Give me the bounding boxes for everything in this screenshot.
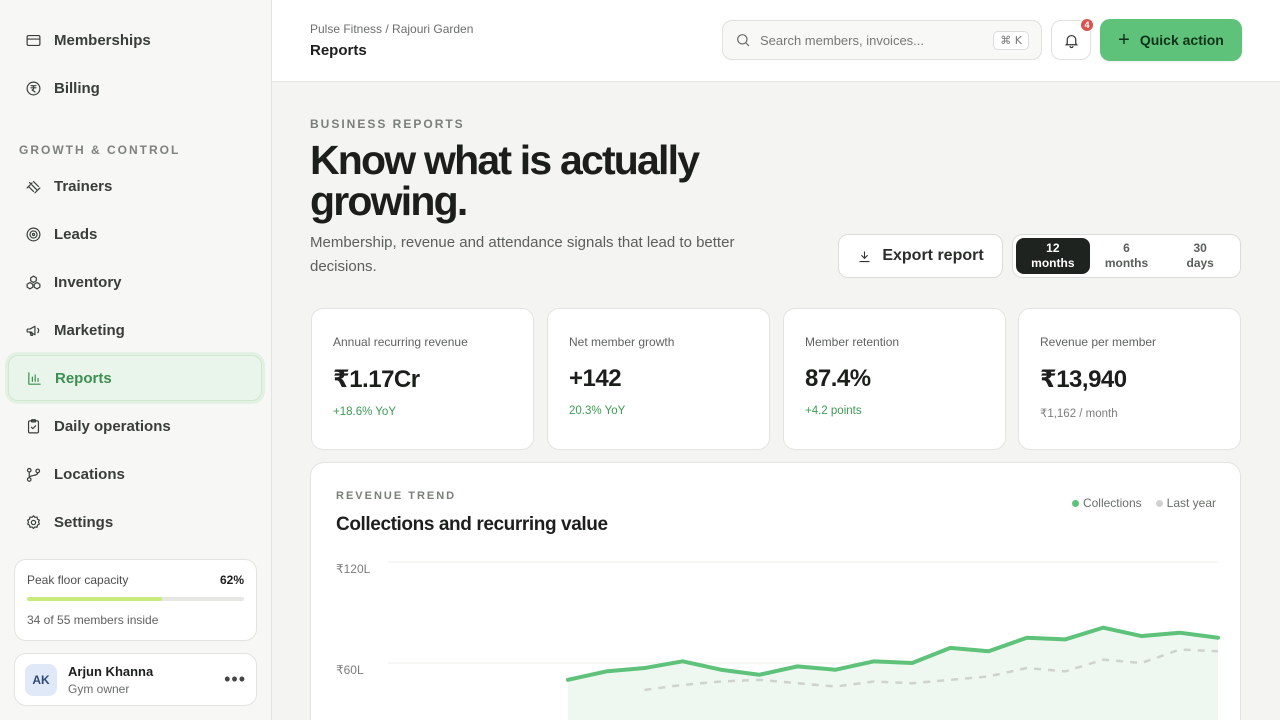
sidebar-item-locations[interactable]: Locations xyxy=(8,451,262,497)
sidebar-item-daily-operations[interactable]: Daily operations xyxy=(8,403,262,449)
stat-delta: 20.3% YoY xyxy=(569,405,626,417)
dumbbell-icon xyxy=(24,177,42,195)
notifications-button[interactable]: 4 xyxy=(1051,18,1094,60)
more-options-icon[interactable]: ••• xyxy=(224,669,246,690)
bar-chart-icon xyxy=(25,369,43,387)
breadcrumb: Pulse Fitness / Rajouri Garden xyxy=(310,22,474,36)
user-card[interactable]: AK Arjun Khanna Gym owner ••• xyxy=(14,653,257,706)
sidebar-item-memberships[interactable]: Memberships xyxy=(8,17,262,63)
range-unit: months xyxy=(1104,256,1149,270)
stat-label: Annual recurring revenue xyxy=(333,335,468,349)
stat-delta: +18.6% YoY xyxy=(333,406,396,418)
sidebar-section-label: GROWTH & CONTROL xyxy=(19,143,181,157)
sidebar-item-label: Reports xyxy=(55,369,112,387)
plus-icon: + xyxy=(1118,29,1130,51)
shortcut-hint: ⌘ K xyxy=(993,30,1029,50)
stat-delta: +4.2 points xyxy=(805,405,862,417)
search-box[interactable]: ⌘ K xyxy=(722,20,1042,60)
sidebar-item-billing[interactable]: Billing xyxy=(8,65,262,111)
stat-value: ₹13,940 xyxy=(1040,366,1127,393)
range-value: 6 xyxy=(1123,241,1130,255)
card-icon xyxy=(24,31,42,49)
range-unit: days xyxy=(1186,256,1214,270)
export-label: Export report xyxy=(882,247,984,264)
user-role: Gym owner xyxy=(68,681,130,696)
sidebar-item-reports[interactable]: Reports xyxy=(8,355,262,401)
range-selector: 12 months 6 months 30 days xyxy=(1012,234,1241,278)
gear-icon xyxy=(24,513,42,531)
range-value: 12 xyxy=(1046,241,1060,255)
range-6-months[interactable]: 6 months xyxy=(1090,238,1164,274)
stat-value: 87.4% xyxy=(805,365,871,392)
stat-value: ₹1.17Cr xyxy=(333,366,420,393)
sidebar-item-marketing[interactable]: Marketing xyxy=(8,307,262,353)
user-name: Arjun Khanna xyxy=(68,663,154,679)
page-title: Reports xyxy=(310,42,367,59)
stat-card-arr: Annual recurring revenue ₹1.17Cr +18.6% … xyxy=(311,308,534,450)
y-tick-label: ₹120L xyxy=(336,562,371,576)
range-30-days[interactable]: 30 days xyxy=(1163,238,1237,274)
quick-action-button[interactable]: + Quick action xyxy=(1100,19,1242,61)
stat-delta: ₹1,162 / month xyxy=(1040,408,1118,420)
sidebar-item-label: Billing xyxy=(54,79,100,97)
export-report-button[interactable]: Export report xyxy=(838,234,1003,278)
capacity-label: Peak floor capacity xyxy=(27,573,129,587)
download-icon xyxy=(859,251,870,262)
search-input[interactable] xyxy=(760,32,994,48)
hero-subtitle: Membership, revenue and attendance signa… xyxy=(310,234,735,275)
stat-label: Revenue per member xyxy=(1040,335,1157,349)
stat-label: Member retention xyxy=(805,335,900,349)
stat-card-net-growth: Net member growth +142 20.3% YoY xyxy=(547,308,770,450)
sidebar-item-inventory[interactable]: Inventory xyxy=(8,259,262,305)
sidebar-item-label: Locations xyxy=(54,465,125,483)
bell-icon xyxy=(1064,34,1078,48)
avatar: AK xyxy=(25,663,57,696)
sidebar-item-label: Settings xyxy=(54,513,114,531)
y-tick-label: ₹60L xyxy=(336,663,364,677)
capacity-widget: Peak floor capacity 62% 34 of 55 members… xyxy=(14,559,257,641)
sidebar-item-leads[interactable]: Leads xyxy=(8,211,262,257)
sidebar-item-label: Trainers xyxy=(54,177,113,195)
revenue-trend-card: REVENUE TREND Collections and recurring … xyxy=(310,462,1241,720)
branch-icon xyxy=(24,465,42,483)
capacity-bar-fill xyxy=(27,597,162,601)
megaphone-icon xyxy=(24,321,42,339)
revenue-chart: ₹120L ₹60L xyxy=(336,561,1220,720)
sidebar: Memberships Billing GROWTH & CONTROL Tra… xyxy=(0,0,272,720)
sidebar-item-label: Memberships xyxy=(54,31,151,49)
stat-card-retention: Member retention 87.4% +4.2 points xyxy=(783,308,1006,450)
search-icon xyxy=(737,34,750,47)
capacity-percent: 62% xyxy=(219,573,244,587)
capacity-bar xyxy=(27,597,244,601)
sidebar-item-label: Marketing xyxy=(54,321,125,339)
sidebar-item-trainers[interactable]: Trainers xyxy=(8,163,262,209)
quick-action-label: Quick action xyxy=(1139,32,1224,48)
target-icon xyxy=(24,225,42,243)
capacity-sub: 34 of 55 members inside xyxy=(27,613,159,627)
range-12-months[interactable]: 12 months xyxy=(1016,238,1090,274)
clipboard-check-icon xyxy=(24,417,42,435)
section-eyebrow: BUSINESS REPORTS xyxy=(310,117,465,131)
sidebar-item-label: Leads xyxy=(54,225,98,243)
stat-label: Net member growth xyxy=(569,335,675,349)
notification-badge: 4 xyxy=(1080,18,1094,32)
stat-value: +142 xyxy=(569,365,622,392)
sidebar-item-label: Inventory xyxy=(54,273,122,291)
series-area-collections xyxy=(568,627,1218,720)
sidebar-item-settings[interactable]: Settings xyxy=(8,499,262,545)
stat-card-revenue-per-member: Revenue per member ₹13,940 ₹1,162 / mont… xyxy=(1018,308,1241,450)
top-header: Pulse Fitness / Rajouri Garden Reports ⌘… xyxy=(272,0,1280,82)
rupee-icon xyxy=(24,79,42,97)
hero-title: Know what is actually growing. xyxy=(310,137,700,224)
sidebar-item-label: Daily operations xyxy=(54,417,171,435)
boxes-icon xyxy=(24,273,42,291)
range-value: 30 xyxy=(1193,241,1207,255)
range-unit: months xyxy=(1031,256,1075,270)
